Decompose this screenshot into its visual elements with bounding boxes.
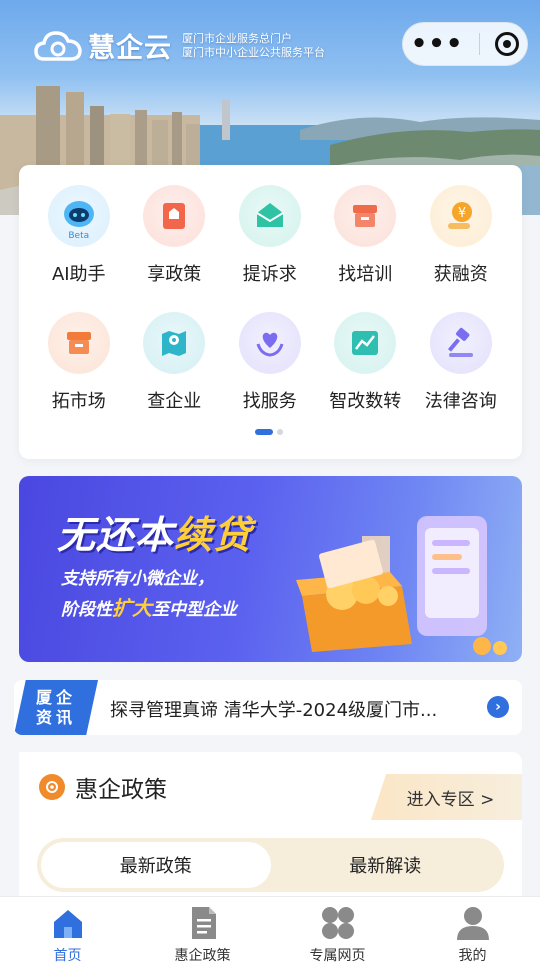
- clover-grid-icon: [321, 907, 354, 939]
- brand-logo: 慧企云 厦门市企业服务总门户 厦门市中小企业公共服务平台: [34, 26, 325, 65]
- home-icon: [53, 910, 82, 938]
- heart-hands-icon: [238, 312, 301, 374]
- envelope-icon: [238, 185, 301, 247]
- bottom-tab-bar: 首页 惠企政策 专属网页 我的: [0, 896, 540, 970]
- banner-line-2: 阶段性扩大至中型企业: [61, 592, 237, 621]
- tab-policy[interactable]: 惠企政策: [135, 897, 270, 970]
- service-label: 获融资: [433, 264, 488, 285]
- news-tag-line-2: 资讯: [35, 707, 76, 727]
- more-menu-button[interactable]: •••: [411, 31, 464, 57]
- capsule-divider: [478, 33, 480, 55]
- service-item-2[interactable]: 提诉求: [222, 185, 318, 286]
- banner-line-2b: 扩大: [112, 596, 152, 620]
- banner-line-2a: 阶段性: [61, 600, 112, 620]
- finance-coin-icon: ¥: [429, 185, 492, 247]
- brand-subtitle: 厦门市企业服务总门户 厦门市中小企业公共服务平台: [182, 32, 325, 60]
- service-item-7[interactable]: 找服务: [222, 312, 318, 413]
- market-box-icon: [47, 312, 110, 374]
- policy-header: 惠企政策: [19, 752, 369, 818]
- news-headline[interactable]: 探寻管理真谛 清华大学-2024级厦门市...: [110, 696, 470, 722]
- page-dot: [277, 429, 283, 435]
- brand-name: 慧企云: [88, 33, 172, 64]
- ai-robot-icon: Beta: [47, 185, 110, 247]
- banner-line-2c: 至中型企业: [152, 600, 237, 620]
- trend-chart-icon: [334, 312, 397, 374]
- user-icon: [456, 907, 489, 940]
- beta-badge: Beta: [68, 231, 90, 241]
- map-pin-icon: [143, 312, 206, 374]
- banner-line-1: 支持所有小微企业，: [61, 569, 214, 589]
- cloud-logo-icon: [34, 30, 82, 61]
- tab-policy-label: 惠企政策: [174, 948, 231, 964]
- policy-title: 惠企政策: [75, 777, 167, 803]
- miniprogram-capsule: •••: [402, 22, 528, 66]
- policy-flag-icon: [39, 774, 65, 800]
- tab-exclusive-page-label: 专属网页: [309, 948, 366, 964]
- service-grid: Beta AI助手 享政策 提诉求 找培训 ¥ 获融资拓市场 查企业 找服务 智改数转 法律咨询: [19, 185, 522, 413]
- service-item-9[interactable]: 法律咨询: [413, 312, 509, 413]
- service-label: 找培训: [338, 264, 393, 285]
- document-icon: [191, 907, 216, 939]
- service-grid-card: Beta AI助手 享政策 提诉求 找培训 ¥ 获融资拓市场 查企业 找服务 智改数转 法律咨询: [19, 165, 522, 459]
- service-item-5[interactable]: 拓市场: [31, 312, 127, 413]
- banner-title: 无还本续贷: [57, 504, 252, 559]
- news-ticker[interactable]: 厦企 资讯 探寻管理真谛 清华大学-2024级厦门市... ›: [14, 680, 522, 735]
- subtitle-line-1: 厦门市企业服务总门户: [182, 31, 292, 45]
- banner-illustration: [296, 516, 507, 655]
- promo-banner[interactable]: 无还本续贷 支持所有小微企业， 阶段性扩大至中型企业: [19, 476, 522, 662]
- service-item-4[interactable]: ¥ 获融资: [413, 185, 509, 286]
- service-label: 享政策: [147, 264, 202, 285]
- policy-book-icon: [143, 185, 206, 247]
- tab-latest-policy[interactable]: 最新政策: [41, 842, 271, 888]
- service-item-1[interactable]: 享政策: [127, 185, 223, 286]
- tab-mine[interactable]: 我的: [405, 897, 540, 970]
- tab-exclusive-page[interactable]: 专属网页: [270, 897, 405, 970]
- chevron-right-icon[interactable]: ›: [487, 696, 509, 718]
- news-tag: 厦企 资讯: [14, 680, 98, 735]
- subtitle-line-2: 厦门市中小企业公共服务平台: [182, 45, 325, 59]
- svg-text:¥: ¥: [458, 206, 466, 221]
- tab-mine-label: 我的: [458, 948, 487, 964]
- service-label: 智改数转: [329, 391, 402, 412]
- service-label: 拓市场: [51, 391, 106, 412]
- service-label: 查企业: [147, 391, 202, 412]
- service-label: 提诉求: [242, 264, 297, 285]
- service-label: 找服务: [242, 391, 297, 412]
- service-label: AI助手: [51, 264, 106, 285]
- training-box-icon: [334, 185, 397, 247]
- tab-home-label: 首页: [53, 948, 82, 964]
- tab-latest-interpretation[interactable]: 最新解读: [271, 842, 501, 888]
- tab-home[interactable]: 首页: [0, 897, 135, 970]
- service-item-6[interactable]: 查企业: [127, 312, 223, 413]
- page-indicator: [255, 429, 283, 435]
- gavel-icon: [429, 312, 492, 374]
- service-label: 法律咨询: [424, 391, 497, 412]
- service-item-8[interactable]: 智改数转: [318, 312, 414, 413]
- close-target-icon[interactable]: [495, 32, 520, 56]
- service-item-0[interactable]: Beta AI助手: [31, 185, 127, 286]
- page-dot-active: [255, 429, 273, 435]
- news-tag-line-1: 厦企: [35, 687, 76, 707]
- banner-title-highlight: 续贷: [174, 513, 253, 557]
- service-item-3[interactable]: 找培训: [318, 185, 414, 286]
- enter-zone-button[interactable]: 进入专区 >: [371, 774, 522, 820]
- banner-title-main: 无还本: [57, 513, 175, 557]
- policy-segment-control: 最新政策 最新解读: [37, 838, 504, 892]
